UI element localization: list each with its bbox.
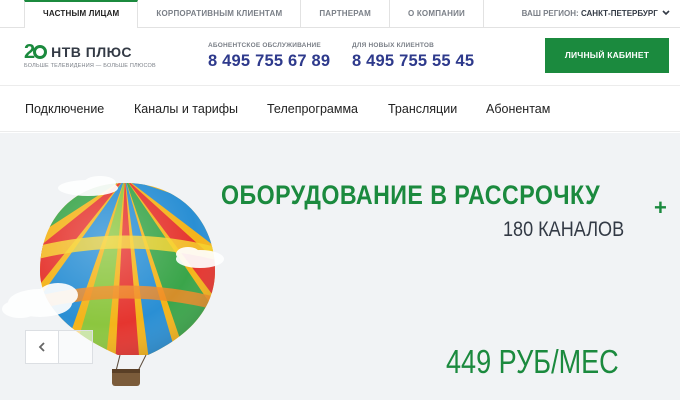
ntv-plus-logo[interactable]: 2 НТВ ПЛЮС БОЛЬШЕ ТЕЛЕВИДЕНИЯ — БОЛЬШЕ П… bbox=[24, 42, 156, 69]
new-clients-label: ДЛЯ НОВЫХ КЛИЕНТОВ bbox=[352, 42, 435, 49]
nav-item-subscribers[interactable]: Абонентам bbox=[486, 86, 550, 132]
chevron-down-icon[interactable] bbox=[662, 0, 670, 28]
region-selector[interactable]: ВАШ РЕГИОН: САНКТ-ПЕТЕРБУРГ bbox=[522, 0, 670, 28]
support-contact: АБОНЕНТСКОЕ ОБСЛУЖИВАНИЕ 8 495 755 67 89 bbox=[208, 42, 330, 71]
new-clients-contact: ДЛЯ НОВЫХ КЛИЕНТОВ 8 495 755 55 45 bbox=[352, 42, 474, 71]
region-label: ВАШ РЕГИОН: bbox=[521, 9, 579, 18]
support-label: АБОНЕНТСКОЕ ОБСЛУЖИВАНИЕ bbox=[208, 42, 321, 49]
audience-tabs: ЧАСТНЫМ ЛИЦАМ КОРПОРАТИВНЫМ КЛИЕНТАМ ПАР… bbox=[24, 0, 485, 28]
logo-slogan: БОЛЬШЕ ТЕЛЕВИДЕНИЯ — БОЛЬШЕ ПЛЮСОВ bbox=[24, 63, 156, 69]
tab-private-clients[interactable]: ЧАСТНЫМ ЛИЦАМ bbox=[24, 0, 139, 28]
promo-plus: + bbox=[654, 195, 667, 220]
promo-subtitle: 180 КАНАЛОВ bbox=[503, 218, 625, 241]
slider-prev-button[interactable] bbox=[25, 330, 59, 364]
personal-cabinet-button[interactable]: ЛИЧНЫЙ КАБИНЕТ bbox=[545, 38, 669, 73]
logo-ring-icon bbox=[33, 45, 48, 59]
nav-item-tv-guide[interactable]: Телепрограмма bbox=[267, 86, 358, 132]
promo-title: ОБОРУДОВАНИЕ В РАССРОЧКУ bbox=[221, 180, 601, 210]
tab-partners[interactable]: ПАРТНЕРАМ bbox=[301, 0, 390, 28]
logo-brand: НТВ ПЛЮС bbox=[51, 44, 133, 60]
new-clients-phone[interactable]: 8 495 755 55 45 bbox=[352, 52, 474, 71]
main-nav: Подключение Каналы и тарифы Телепрограмм… bbox=[0, 86, 680, 132]
region-city[interactable]: САНКТ-ПЕТЕРБУРГ bbox=[581, 9, 658, 18]
promo-price: 449 РУБ/МЕС bbox=[446, 343, 619, 380]
support-phone[interactable]: 8 495 755 67 89 bbox=[208, 52, 330, 71]
tab-about-company[interactable]: О КОМПАНИИ bbox=[390, 0, 485, 28]
audience-bar: ЧАСТНЫМ ЛИЦАМ КОРПОРАТИВНЫМ КЛИЕНТАМ ПАР… bbox=[0, 0, 680, 28]
chevron-left-icon bbox=[38, 339, 46, 355]
slider-next-button[interactable] bbox=[59, 330, 93, 364]
tab-corporate-clients[interactable]: КОРПОРАТИВНЫМ КЛИЕНТАМ bbox=[138, 0, 302, 28]
promo-banner[interactable]: ОБОРУДОВАНИЕ В РАССРОЧКУ + 180 КАНАЛОВ 4… bbox=[0, 133, 680, 400]
nav-item-channels-tariffs[interactable]: Каналы и тарифы bbox=[134, 86, 238, 132]
nav-item-connection[interactable]: Подключение bbox=[25, 86, 104, 132]
nav-item-broadcasts[interactable]: Трансляции bbox=[388, 86, 457, 132]
